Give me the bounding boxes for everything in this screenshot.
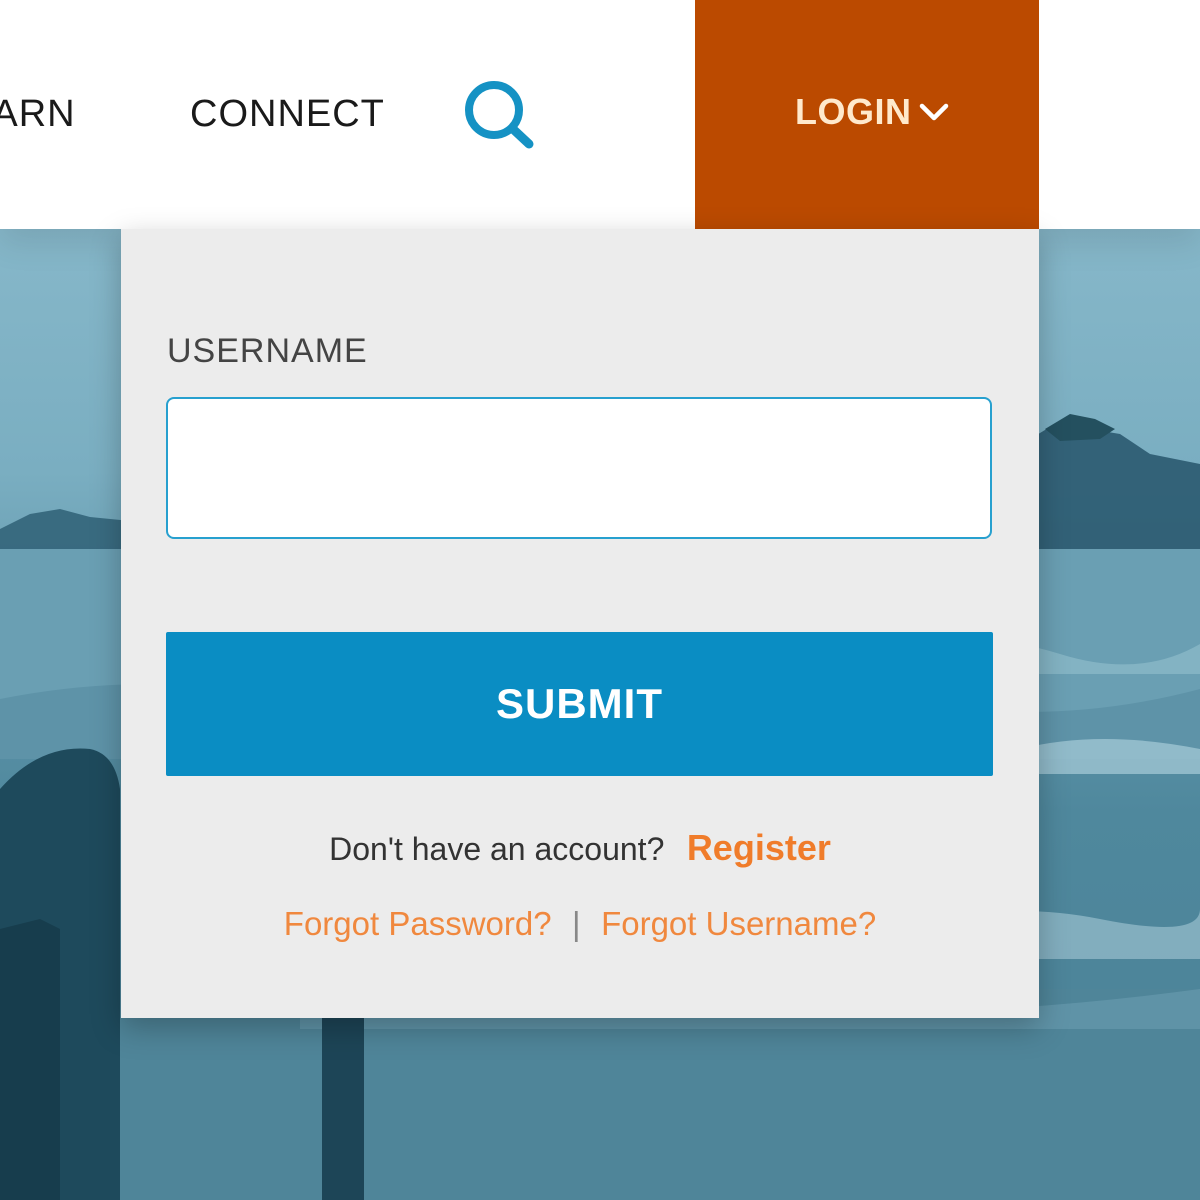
page: EARN CONNECT LOGIN USERNAME SUBMIT Don't… [0,0,1200,1200]
register-link[interactable]: Register [687,827,831,868]
nav-item-connect[interactable]: CONNECT [190,92,385,136]
login-dropdown-panel: USERNAME SUBMIT Don't have an account? R… [121,229,1039,1018]
submit-button[interactable]: SUBMIT [166,632,993,776]
chevron-down-icon [919,103,948,121]
login-button[interactable]: LOGIN [695,0,1039,229]
no-account-text: Don't have an account? [329,831,665,867]
login-label: LOGIN [795,91,912,132]
login-button-content: LOGIN [795,90,950,134]
register-row: Don't have an account? Register [121,827,1039,869]
site-header: EARN CONNECT LOGIN [0,0,1200,229]
username-label: USERNAME [167,332,368,370]
username-input[interactable] [166,397,992,539]
search-icon [465,81,534,149]
search-button[interactable] [462,80,538,152]
forgot-username-link[interactable]: Forgot Username? [601,905,876,942]
link-separator: | [572,905,581,942]
forgot-links-row: Forgot Password? | Forgot Username? [121,905,1039,943]
nav-item-learn[interactable]: EARN [0,92,76,136]
forgot-password-link[interactable]: Forgot Password? [284,905,552,942]
